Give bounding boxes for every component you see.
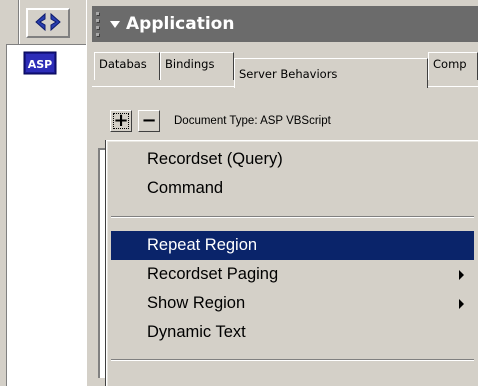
add-behavior-menu: Recordset (Query) Command Repeat Region … bbox=[106, 140, 478, 386]
drag-grip-icon[interactable] bbox=[96, 12, 104, 36]
menu-item-repeat-region[interactable]: Repeat Region bbox=[111, 231, 474, 260]
code-tag-icon bbox=[33, 12, 63, 35]
panel-titlebar[interactable]: Application bbox=[92, 6, 478, 42]
panel-title: Application bbox=[126, 14, 235, 34]
menu-item-show-region[interactable]: Show Region bbox=[111, 289, 474, 318]
collapse-arrow-icon[interactable] bbox=[110, 20, 120, 28]
menu-item-label: Dynamic Text bbox=[147, 323, 246, 341]
tab-databases[interactable]: Databas bbox=[94, 52, 160, 80]
asp-file-icon: ASP bbox=[22, 48, 58, 78]
menu-separator bbox=[111, 359, 474, 361]
menu-item-label: Repeat Region bbox=[147, 236, 258, 254]
menu-item-command[interactable]: Command bbox=[111, 174, 474, 203]
menu-item-label: Show Region bbox=[147, 294, 246, 312]
menu-item-dynamic-text[interactable]: Dynamic Text bbox=[111, 318, 474, 347]
document-area bbox=[6, 44, 86, 386]
tab-server-behaviors[interactable]: Server Behaviors bbox=[234, 58, 428, 88]
menu-item-label: Command bbox=[147, 179, 224, 197]
toolbar-separator bbox=[18, 0, 20, 44]
tab-components[interactable]: Comp bbox=[428, 52, 478, 80]
menu-item-label: Recordset (Query) bbox=[147, 150, 283, 168]
add-behavior-button[interactable]: + bbox=[110, 110, 132, 132]
behaviors-toolbar: + − Document Type: ASP VBScript bbox=[110, 108, 331, 134]
submenu-arrow-icon bbox=[459, 270, 464, 280]
asp-icon-label: ASP bbox=[28, 58, 53, 71]
menu-item-recordset-paging[interactable]: Recordset Paging bbox=[111, 260, 474, 289]
menu-item-recordset-query[interactable]: Recordset (Query) bbox=[111, 145, 474, 174]
submenu-arrow-icon bbox=[459, 299, 464, 309]
document-toolbar-strip: ASP bbox=[0, 0, 86, 386]
panel-tabs: Databas Bindings Server Behaviors Comp bbox=[92, 48, 478, 88]
code-view-button[interactable] bbox=[26, 8, 70, 38]
menu-separator bbox=[111, 216, 474, 218]
remove-behavior-button[interactable]: − bbox=[138, 110, 160, 132]
menu-item-label: Recordset Paging bbox=[147, 265, 279, 283]
document-type-label: Document Type: ASP VBScript bbox=[174, 115, 331, 127]
tab-bindings[interactable]: Bindings bbox=[160, 52, 234, 80]
